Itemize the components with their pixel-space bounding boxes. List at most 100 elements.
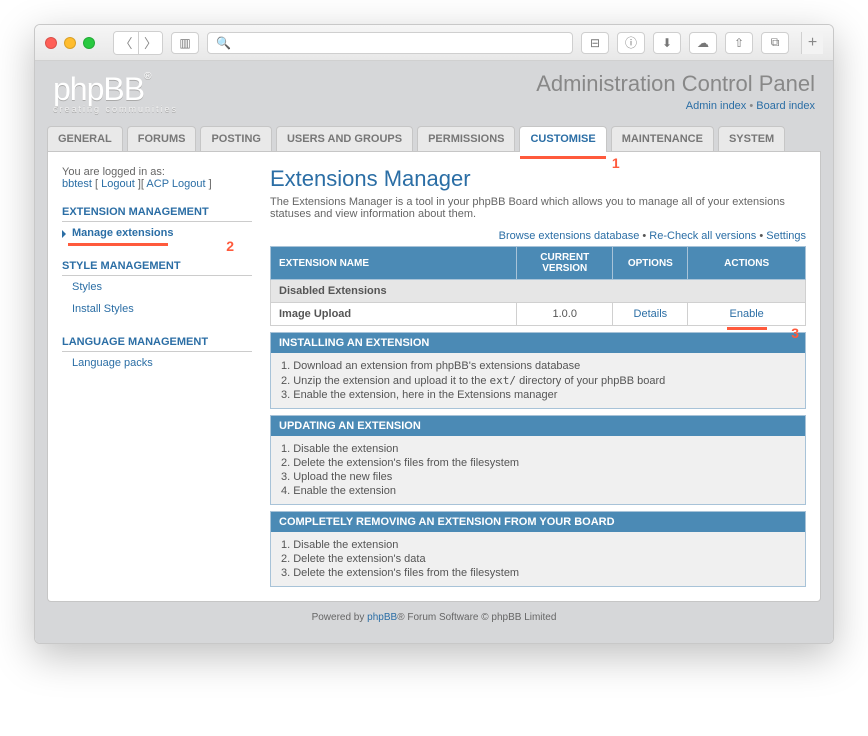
sidebar-section-language: LANGUAGE MANAGEMENT — [62, 326, 252, 352]
search-icon: 🔍 — [216, 36, 231, 50]
footer-suffix: ® Forum Software © phpBB Limited — [397, 612, 556, 623]
step: 3. Delete the extension's files from the… — [281, 566, 795, 580]
close-icon[interactable] — [45, 37, 57, 49]
username-link[interactable]: bbtest — [62, 178, 92, 190]
header-right: Administration Control Panel Admin index… — [536, 71, 815, 112]
tab-customise-label: CUSTOMISE — [530, 133, 595, 145]
share-icon[interactable]: ⇧ — [725, 32, 753, 54]
tab-customise[interactable]: CUSTOMISE 1 — [519, 126, 606, 151]
annotation-2: 2 — [226, 238, 234, 254]
infobox-update: UPDATING AN EXTENSION 1. Disable the ext… — [270, 415, 806, 505]
logo-text: phpBB — [53, 71, 144, 107]
infobox-remove: COMPLETELY REMOVING AN EXTENSION FROM YO… — [270, 511, 806, 587]
toolbar-right: ⊟ ⓘ ⬇ ☁ ⇧ ⧉ — [581, 32, 789, 54]
sep: • — [639, 230, 649, 242]
minimize-icon[interactable] — [64, 37, 76, 49]
page-title: Administration Control Panel — [536, 71, 815, 97]
forward-button[interactable]: 〉 — [138, 32, 162, 54]
recheck-versions-link[interactable]: Re-Check all versions — [649, 230, 756, 242]
sidebar-section-style: STYLE MANAGEMENT — [62, 250, 252, 276]
logo-tagline: creating communities — [53, 104, 178, 114]
header-links: Admin index • Board index — [536, 100, 815, 112]
info-icon[interactable]: ⓘ — [617, 32, 645, 54]
infobox-body: 1. Disable the extension 2. Delete the e… — [271, 532, 805, 586]
logout-link[interactable]: Logout — [101, 178, 135, 190]
main-intro: The Extensions Manager is a tool in your… — [270, 196, 806, 220]
step: 2. Unzip the extension and upload it to … — [281, 373, 795, 388]
infobox-body: 1. Download an extension from phpBB's ex… — [271, 353, 805, 408]
infobox-install: INSTALLING AN EXTENSION 1. Download an e… — [270, 332, 806, 409]
step: 1. Disable the extension — [281, 442, 795, 456]
browse-ext-db-link[interactable]: Browse extensions database — [499, 230, 640, 242]
sidebar-item-install-styles[interactable]: Install Styles — [62, 298, 252, 320]
board-index-link[interactable]: Board index — [756, 100, 815, 112]
acp-panel: You are logged in as: bbtest [ Logout ][… — [47, 151, 821, 602]
zoom-icon[interactable] — [83, 37, 95, 49]
sidebar-section-extension: EXTENSION MANAGEMENT — [62, 196, 252, 222]
sidebar-toggle-icon[interactable]: ▥ — [171, 32, 199, 54]
ext-version: 1.0.0 — [517, 303, 613, 326]
sidebar-item-label: Manage extensions — [72, 227, 173, 239]
annotation-underline-2 — [68, 243, 168, 246]
acp-logout-link[interactable]: ACP Logout — [146, 178, 205, 190]
sidebar-item-styles[interactable]: Styles — [62, 276, 252, 298]
address-bar[interactable]: 🔍 — [207, 32, 573, 54]
downloads-icon[interactable]: ⬇ — [653, 32, 681, 54]
footer: Powered by phpBB® Forum Software © phpBB… — [35, 602, 833, 633]
new-tab-button[interactable]: + — [801, 32, 823, 54]
ext-row-image-upload: Image Upload 1.0.0 Details Enable 3 — [271, 303, 806, 326]
acp-main: Extensions Manager The Extensions Manage… — [270, 166, 806, 587]
step: 1. Disable the extension — [281, 538, 795, 552]
step: 1. Download an extension from phpBB's ex… — [281, 359, 795, 373]
infobox-body: 1. Disable the extension 2. Delete the e… — [271, 436, 805, 504]
ext-settings-link[interactable]: Settings — [766, 230, 806, 242]
infobox-title: INSTALLING AN EXTENSION — [271, 333, 805, 353]
tab-posting[interactable]: POSTING — [200, 126, 272, 151]
step: 3. Enable the extension, here in the Ext… — [281, 388, 795, 402]
browser-window: 〈 〉 ▥ 🔍 ⊟ ⓘ ⬇ ☁ ⇧ ⧉ + phpBB® creating co… — [34, 24, 834, 644]
logo-reg: ® — [144, 71, 150, 82]
cloud-icon[interactable]: ☁ — [689, 32, 717, 54]
acp-sidebar: You are logged in as: bbtest [ Logout ][… — [62, 166, 252, 587]
logged-in-label: You are logged in as: — [62, 166, 165, 178]
tab-permissions[interactable]: PERMISSIONS — [417, 126, 515, 151]
infobox-title: UPDATING AN EXTENSION — [271, 416, 805, 436]
acp-header: phpBB® creating communities Administrati… — [35, 61, 833, 120]
step: 3. Upload the new files — [281, 470, 795, 484]
ext-details-link[interactable]: Details — [634, 308, 668, 320]
annotation-3: 3 — [791, 325, 799, 341]
tabs-icon[interactable]: ⧉ — [761, 32, 789, 54]
sep: • — [756, 230, 766, 242]
step: 2. Delete the extension's data — [281, 552, 795, 566]
tab-maintenance[interactable]: MAINTENANCE — [611, 126, 714, 151]
login-info: You are logged in as: bbtest [ Logout ][… — [62, 166, 252, 190]
acp-tabs: GENERAL FORUMS POSTING USERS AND GROUPS … — [35, 126, 833, 151]
window-controls — [45, 37, 95, 49]
page: phpBB® creating communities Administrati… — [35, 61, 833, 643]
tab-forums[interactable]: FORUMS — [127, 126, 197, 151]
reader-icon[interactable]: ⊟ — [581, 32, 609, 54]
browser-titlebar: 〈 〉 ▥ 🔍 ⊟ ⓘ ⬇ ☁ ⇧ ⧉ + — [35, 25, 833, 61]
ext-toolbar: Browse extensions database • Re-Check al… — [270, 230, 806, 242]
sep: • — [746, 100, 756, 112]
sidebar-item-language-packs[interactable]: Language packs — [62, 352, 252, 374]
footer-phpbb-link[interactable]: phpBB — [367, 612, 397, 623]
annotation-underline-1 — [520, 156, 605, 159]
col-options: OPTIONS — [613, 247, 688, 280]
tab-system[interactable]: SYSTEM — [718, 126, 785, 151]
sidebar-item-manage-extensions[interactable]: Manage extensions 2 — [62, 222, 252, 244]
step: 4. Enable the extension — [281, 484, 795, 498]
extensions-table: EXTENSION NAME CURRENT VERSION OPTIONS A… — [270, 246, 806, 326]
tab-users-groups[interactable]: USERS AND GROUPS — [276, 126, 413, 151]
tab-general[interactable]: GENERAL — [47, 126, 123, 151]
infobox-title: COMPLETELY REMOVING AN EXTENSION FROM YO… — [271, 512, 805, 532]
disabled-heading: Disabled Extensions — [271, 280, 806, 303]
disabled-ext-subhead: Disabled Extensions — [271, 280, 806, 303]
phpbb-logo: phpBB® creating communities — [53, 71, 178, 114]
main-title: Extensions Manager — [270, 166, 806, 192]
step: 2. Delete the extension's files from the… — [281, 456, 795, 470]
admin-index-link[interactable]: Admin index — [686, 100, 747, 112]
ext-enable-link[interactable]: Enable — [730, 308, 764, 320]
annotation-underline-3 — [727, 327, 767, 330]
back-button[interactable]: 〈 — [114, 32, 138, 54]
